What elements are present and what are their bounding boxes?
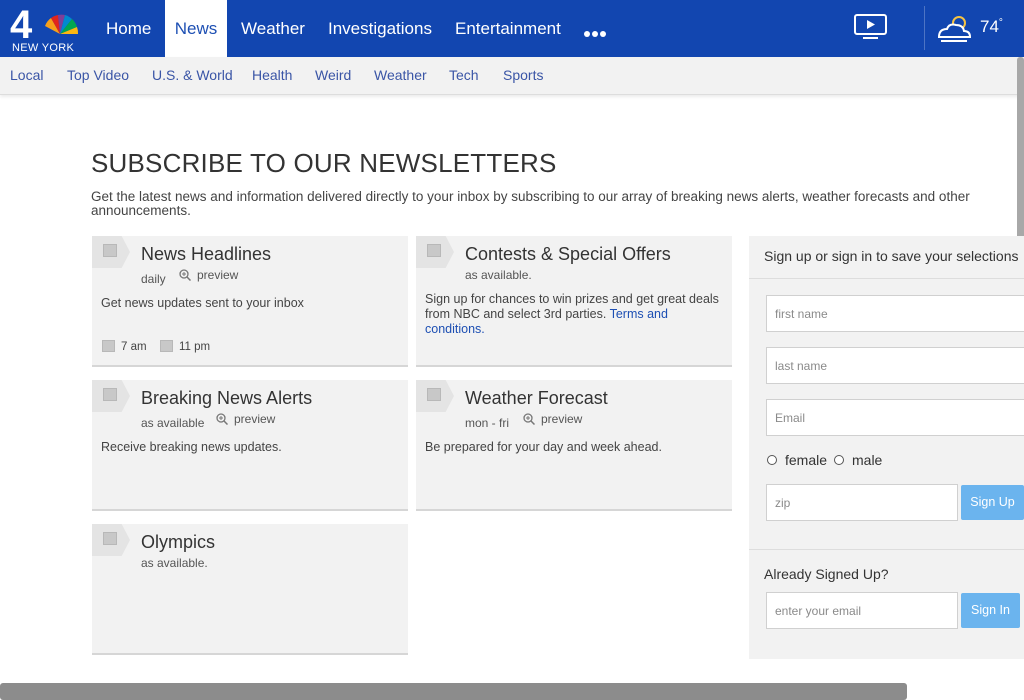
sign-in-button[interactable]: Sign In xyxy=(961,593,1020,628)
logo-city-text: NEW YORK xyxy=(12,42,75,54)
already-signed-up-label: Already Signed Up? xyxy=(764,566,889,582)
newsletter-title: Contests & Special Offers xyxy=(465,244,671,264)
subnav-tech[interactable]: Tech xyxy=(449,67,479,83)
newsletter-checkbox[interactable] xyxy=(92,524,130,556)
nav-home[interactable]: Home xyxy=(106,0,151,57)
newsletter-checkbox[interactable] xyxy=(416,236,454,268)
subnav-health[interactable]: Health xyxy=(252,67,292,83)
newsletter-card-olympics: Olympics as available. xyxy=(92,524,408,655)
nav-entertainment[interactable]: Entertainment xyxy=(455,0,561,57)
tv-play-icon[interactable] xyxy=(853,13,889,46)
subnav-weather[interactable]: Weather xyxy=(374,67,427,83)
intro-text: Get the latest news and information deli… xyxy=(91,189,970,218)
current-temperature[interactable]: 74° xyxy=(980,17,1003,37)
newsletter-checkbox[interactable] xyxy=(416,380,454,412)
last-name-input[interactable] xyxy=(766,347,1024,384)
gender-radio-male[interactable]: male xyxy=(834,452,882,468)
radio-button xyxy=(767,455,777,465)
preview-link[interactable]: preview xyxy=(179,268,238,282)
top-navigation-bar: 4 NEW YORK Home News Weather Investigati… xyxy=(0,0,1024,57)
time-option-7am[interactable]: 7 am xyxy=(102,340,147,353)
zoom-in-icon xyxy=(523,413,535,425)
sub-navigation-bar: Local Top Video U.S. & World Health Weir… xyxy=(0,57,1024,95)
zip-input[interactable] xyxy=(766,484,958,521)
newsletter-description: Receive breaking news updates. xyxy=(101,440,282,454)
newsletter-title: Breaking News Alerts xyxy=(141,388,313,408)
signup-heading: Sign up or sign in to save your selectio… xyxy=(764,248,1019,264)
signup-panel: Sign up or sign in to save your selectio… xyxy=(749,236,1024,659)
sign-up-button[interactable]: Sign Up xyxy=(961,485,1024,520)
newsletter-card-contests: Contests & Special Offers as available. … xyxy=(416,236,732,367)
nav-weather[interactable]: Weather xyxy=(241,0,305,57)
ellipsis-icon[interactable] xyxy=(584,24,610,37)
nav-investigations[interactable]: Investigations xyxy=(328,0,432,57)
newsletter-description: Sign up for chances to win prizes and ge… xyxy=(425,292,719,336)
preview-link[interactable]: preview xyxy=(523,412,582,426)
newsletter-frequency: as available xyxy=(141,416,205,430)
time-checkbox xyxy=(102,340,115,352)
time-option-11pm[interactable]: 11 pm xyxy=(160,340,210,353)
peacock-logo-icon: 4 xyxy=(10,4,79,44)
divider xyxy=(749,278,1024,279)
newsletter-frequency: daily xyxy=(141,272,166,286)
first-name-input[interactable] xyxy=(766,295,1024,332)
divider xyxy=(749,549,1024,550)
newsletter-card-news-headlines: News Headlines daily preview Get news up… xyxy=(92,236,408,367)
subnav-weird[interactable]: Weird xyxy=(315,67,351,83)
newsletter-checkbox[interactable] xyxy=(92,236,130,268)
preview-link[interactable]: preview xyxy=(216,412,275,426)
partly-cloudy-sun-icon[interactable] xyxy=(935,13,975,50)
zoom-in-icon xyxy=(216,413,228,425)
zoom-in-icon xyxy=(179,269,191,281)
newsletter-frequency: as available. xyxy=(465,268,532,282)
newsletter-frequency: mon - fri xyxy=(465,416,510,430)
newsletter-card-weather-forecast: Weather Forecast mon - fri preview Be pr… xyxy=(416,380,732,511)
newsletter-title: Olympics xyxy=(141,532,216,552)
horizontal-scrollbar[interactable] xyxy=(0,683,907,700)
subnav-local[interactable]: Local xyxy=(10,67,43,83)
newsletter-description: Be prepared for your day and week ahead. xyxy=(425,440,662,454)
svg-text:4: 4 xyxy=(10,4,33,44)
newsletter-card-breaking-news: Breaking News Alerts as available previe… xyxy=(92,380,408,511)
radio-button xyxy=(834,455,844,465)
newsletter-title: News Headlines xyxy=(141,244,272,264)
subnav-top-video[interactable]: Top Video xyxy=(67,67,129,83)
time-checkbox xyxy=(160,340,173,352)
nbc-new-york-logo[interactable]: 4 NEW YORK xyxy=(8,4,82,54)
newsletter-frequency: as available. xyxy=(141,556,208,570)
subnav-us-world[interactable]: U.S. & World xyxy=(152,67,233,83)
newsletter-title: Weather Forecast xyxy=(465,388,608,408)
page-title: SUBSCRIBE TO OUR NEWSLETTERS xyxy=(91,148,557,178)
nav-news[interactable]: News xyxy=(165,0,227,57)
email-input[interactable] xyxy=(766,399,1024,436)
newsletter-description: Get news updates sent to your inbox xyxy=(101,296,304,310)
subnav-sports[interactable]: Sports xyxy=(503,67,543,83)
gender-radio-female[interactable]: female xyxy=(767,452,827,468)
signin-email-input[interactable] xyxy=(766,592,958,629)
newsletter-checkbox[interactable] xyxy=(92,380,130,412)
nav-divider xyxy=(924,6,925,50)
